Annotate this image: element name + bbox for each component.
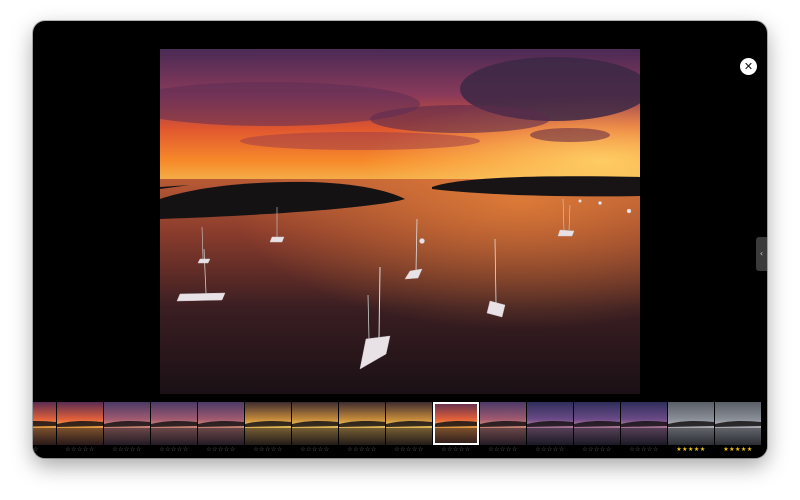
filmstrip-thumbnail[interactable] xyxy=(151,402,197,445)
thumbnail-image xyxy=(57,402,103,445)
filmstrip: ☆ ☆☆☆☆☆ ☆☆☆☆☆ ☆☆☆☆☆ ☆☆☆☆☆ ☆☆☆☆☆ ☆☆☆☆☆ ☆☆☆☆☆ ☆☆☆☆… xyxy=(33,401,767,458)
star-rating[interactable]: ☆☆☆☆☆ xyxy=(480,445,526,455)
star-rating[interactable]: ★★★★★ xyxy=(715,445,761,455)
main-photo[interactable] xyxy=(160,49,640,394)
filmstrip-thumbnail[interactable] xyxy=(198,402,244,445)
sunset-harbor-image xyxy=(160,49,640,394)
filmstrip-thumbnail[interactable] xyxy=(715,402,761,445)
thumbnail-image xyxy=(621,402,667,445)
photo-viewer-window: ✕ ‹ ☆ ☆☆☆☆☆ ☆☆☆☆☆ ☆☆☆☆☆ ☆☆☆☆☆ ☆☆☆☆☆ ☆☆☆☆☆ ☆☆☆☆☆… xyxy=(33,21,767,458)
star-rating[interactable]: ☆☆☆☆☆ xyxy=(104,445,150,455)
thumbnail-image xyxy=(104,402,150,445)
filmstrip-thumbnail[interactable] xyxy=(339,402,385,445)
star-rating[interactable]: ☆☆☆☆☆ xyxy=(151,445,197,455)
filmstrip-thumbnail[interactable] xyxy=(104,402,150,445)
thumbnail-image xyxy=(339,402,385,445)
star-rating[interactable]: ☆☆☆☆☆ xyxy=(57,445,103,455)
filmstrip-thumbnail[interactable] xyxy=(57,402,103,445)
star-rating[interactable]: ★★★★★ xyxy=(668,445,714,455)
thumbnail-image xyxy=(527,402,573,445)
filmstrip-thumbnail[interactable] xyxy=(386,402,432,445)
filmstrip-thumbnail[interactable] xyxy=(292,402,338,445)
star-rating[interactable]: ☆☆☆☆☆ xyxy=(574,445,620,455)
star-rating[interactable]: ☆☆☆☆☆ xyxy=(621,445,667,455)
close-button[interactable]: ✕ xyxy=(740,58,757,75)
filmstrip-thumbnail[interactable] xyxy=(527,402,573,445)
close-icon: ✕ xyxy=(743,60,754,73)
filmstrip-thumbnail[interactable] xyxy=(668,402,714,445)
thumbnail-image xyxy=(668,402,714,445)
filmstrip-thumbnail[interactable] xyxy=(245,402,291,445)
thumbnail-image xyxy=(480,402,526,445)
star-rating[interactable]: ☆☆☆☆☆ xyxy=(198,445,244,455)
thumbnail-image xyxy=(245,402,291,445)
chevron-left-icon: ‹ xyxy=(759,249,764,258)
star-rating[interactable]: ☆☆☆☆☆ xyxy=(386,445,432,455)
star-rating[interactable]: ☆☆☆☆☆ xyxy=(292,445,338,455)
star-rating[interactable]: ☆☆ xyxy=(33,445,56,455)
side-panel-toggle[interactable]: ‹ xyxy=(756,237,767,271)
star-rating[interactable]: ☆☆☆☆☆ xyxy=(433,445,479,455)
thumbnail-image xyxy=(198,402,244,445)
thumbnail-image xyxy=(386,402,432,445)
thumbnail-image xyxy=(715,402,761,445)
filmstrip-thumbnail[interactable] xyxy=(433,402,479,445)
filmstrip-thumbnail[interactable] xyxy=(480,402,526,445)
filmstrip-thumbnail[interactable] xyxy=(574,402,620,445)
filmstrip-thumbnail[interactable] xyxy=(621,402,667,445)
filmstrip-thumbnail[interactable] xyxy=(33,402,56,445)
thumbnail-image xyxy=(433,402,479,445)
star-rating[interactable]: ☆☆☆☆☆ xyxy=(527,445,573,455)
star-rating[interactable]: ☆☆☆☆☆ xyxy=(339,445,385,455)
thumbnail-image xyxy=(151,402,197,445)
thumbnail-image xyxy=(33,402,56,445)
thumbnail-image xyxy=(574,402,620,445)
thumbnail-image xyxy=(292,402,338,445)
star-rating[interactable]: ☆☆☆☆☆ xyxy=(245,445,291,455)
